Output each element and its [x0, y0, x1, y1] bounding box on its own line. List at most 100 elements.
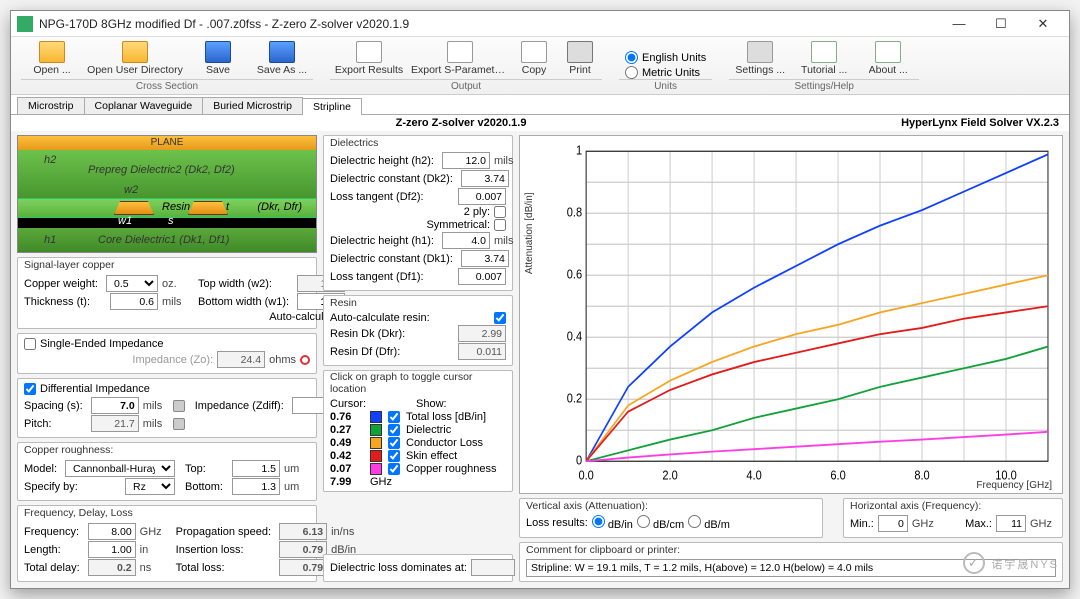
save-as-icon — [269, 41, 295, 63]
loss-dbcm-radio[interactable]: dB/cm — [637, 515, 684, 531]
group-units: Units — [619, 79, 712, 94]
lock-spacing-icon[interactable] — [173, 400, 185, 412]
info-icon — [875, 41, 901, 63]
differential-panel: Differential Impedance Spacing (s):mils … — [17, 378, 317, 438]
horizontal-axis-panel: Horizontal axis (Frequency): Min.:GHz Ma… — [843, 498, 1063, 538]
show-total-loss-checkbox[interactable] — [388, 411, 400, 423]
comment-panel: Comment for clipboard or printer: — [519, 542, 1063, 582]
settings-button[interactable]: Settings ... — [729, 38, 791, 79]
svg-text:0.2: 0.2 — [567, 391, 583, 406]
comment-input[interactable] — [526, 559, 1056, 577]
auto-resin-checkbox[interactable] — [494, 312, 506, 324]
show-roughness-checkbox[interactable] — [388, 463, 400, 475]
print-button[interactable]: Print — [558, 38, 602, 79]
solver-version-label: HyperLynx Field Solver VX.2.3 — [901, 117, 1059, 129]
resin-dk-output — [458, 325, 506, 342]
loss-dbm-radio[interactable]: dB/m — [688, 515, 730, 531]
app-version-label: Z-zero Z-solver v2020.1.9 — [396, 117, 527, 129]
save-as-button[interactable]: Save As ... — [251, 38, 313, 79]
dom-freq-output — [471, 559, 515, 576]
svg-text:0.6: 0.6 — [567, 267, 583, 282]
cross-section-tabs: Microstrip Coplanar Waveguide Buried Mic… — [11, 95, 1069, 115]
titlebar: NPG-170D 8GHz modified Df - .007.z0fss -… — [11, 11, 1069, 37]
total-loss-output — [279, 559, 327, 576]
lock-pitch-icon[interactable] — [173, 418, 185, 430]
single-ended-checkbox[interactable] — [24, 338, 36, 350]
length-input[interactable] — [88, 541, 136, 558]
two-ply-checkbox[interactable] — [494, 206, 506, 218]
diff-checkbox[interactable] — [24, 383, 36, 395]
group-settings: Settings/Help — [729, 79, 919, 94]
diagram-resin: Resin t (Dkr, Dfr) — [18, 198, 316, 218]
svg-text:0.4: 0.4 — [567, 329, 583, 344]
spacing-input[interactable] — [91, 397, 139, 414]
cursor-legend-panel: Click on graph to toggle cursor location… — [323, 370, 513, 492]
target-zo-icon[interactable] — [300, 355, 310, 365]
show-skin-checkbox[interactable] — [388, 450, 400, 462]
roughness-top-input[interactable] — [232, 460, 280, 477]
freq-min-input[interactable] — [878, 515, 908, 532]
pitch-input — [91, 415, 139, 432]
dielectric-dominates-panel: Dielectric loss dominates at:GHz — [323, 554, 513, 582]
svg-text:1: 1 — [576, 143, 582, 158]
freq-max-input[interactable] — [996, 515, 1026, 532]
dk1-input[interactable] — [461, 250, 509, 267]
roughness-bottom-input[interactable] — [232, 478, 280, 495]
units-metric-radio[interactable]: Metric Units — [625, 66, 706, 79]
symmetrical-checkbox[interactable] — [494, 219, 506, 231]
trace-right-icon — [188, 201, 228, 215]
graduation-icon — [811, 41, 837, 63]
swatch-total-loss — [370, 411, 382, 423]
close-button[interactable]: ✕ — [1023, 14, 1063, 34]
svg-text:0: 0 — [576, 453, 582, 468]
attenuation-chart[interactable]: Attenuation [dB/in] 0.02.04.06.08.010.00… — [519, 135, 1063, 494]
export-sparams-button[interactable]: Export S-Parameters — [410, 38, 510, 79]
units-english-radio[interactable]: English Units — [625, 51, 706, 64]
show-dielectric-checkbox[interactable] — [388, 424, 400, 436]
h2-input[interactable] — [442, 152, 490, 169]
tab-buried-microstrip[interactable]: Buried Microstrip — [202, 97, 303, 114]
tab-stripline[interactable]: Stripline — [302, 98, 362, 115]
thickness-input[interactable] — [110, 293, 158, 310]
show-conductor-checkbox[interactable] — [388, 437, 400, 449]
window-title: NPG-170D 8GHz modified Df - .007.z0fss -… — [39, 17, 939, 31]
copper-roughness-panel: Copper roughness: Model:Cannonball-Huray… — [17, 442, 317, 501]
zo-input — [217, 351, 265, 368]
tutorial-button[interactable]: Tutorial ... — [793, 38, 855, 79]
toolbar: Open ... Open User Directory Save Save A… — [11, 37, 1069, 95]
roughness-spec-select[interactable]: Rz — [125, 478, 175, 495]
signal-layer-panel: Signal-layer copper Copper weight:0.5oz.… — [17, 257, 317, 329]
open-button[interactable]: Open ... — [21, 38, 83, 79]
df1-input[interactable] — [458, 268, 506, 285]
frequency-input[interactable] — [88, 523, 136, 540]
resin-panel: Resin Auto-calculate resin: Resin Dk (Dk… — [323, 295, 513, 366]
tab-microstrip[interactable]: Microstrip — [17, 97, 85, 114]
maximize-button[interactable]: ☐ — [981, 14, 1021, 34]
swatch-skin — [370, 450, 382, 462]
svg-text:4.0: 4.0 — [746, 468, 762, 483]
copy-button[interactable]: Copy — [512, 38, 556, 79]
stackup-diagram: PLANE h2 Prepreg Dielectric2 (Dk2, Df2) … — [17, 135, 317, 253]
save-button[interactable]: Save — [187, 38, 249, 79]
minimize-button[interactable]: — — [939, 14, 979, 34]
export-s-icon — [447, 41, 473, 63]
app-window: NPG-170D 8GHz modified Df - .007.z0fss -… — [10, 10, 1070, 589]
roughness-model-select[interactable]: Cannonball-Huray — [65, 460, 175, 477]
about-button[interactable]: About ... — [857, 38, 919, 79]
copy-icon — [521, 41, 547, 63]
h1-input[interactable] — [442, 232, 490, 249]
df2-input[interactable] — [458, 188, 506, 205]
save-icon — [205, 41, 231, 63]
svg-text:8.0: 8.0 — [914, 468, 930, 483]
tab-cpw[interactable]: Coplanar Waveguide — [84, 97, 204, 114]
gear-icon — [747, 41, 773, 63]
dk2-input[interactable] — [461, 170, 509, 187]
export-results-button[interactable]: Export Results — [330, 38, 408, 79]
loss-dbin-radio[interactable]: dB/in — [592, 515, 633, 531]
copper-weight-select[interactable]: 0.5 — [106, 275, 158, 292]
vertical-axis-panel: Vertical axis (Attenuation): Loss result… — [519, 498, 823, 538]
single-ended-panel: Single-Ended Impedance Impedance (Zo):oh… — [17, 333, 317, 374]
open-user-dir-button[interactable]: Open User Directory — [85, 38, 185, 79]
diagram-core: h1 Core Dielectric1 (Dk1, Df1) — [18, 228, 316, 253]
svg-text:0.8: 0.8 — [567, 205, 583, 220]
